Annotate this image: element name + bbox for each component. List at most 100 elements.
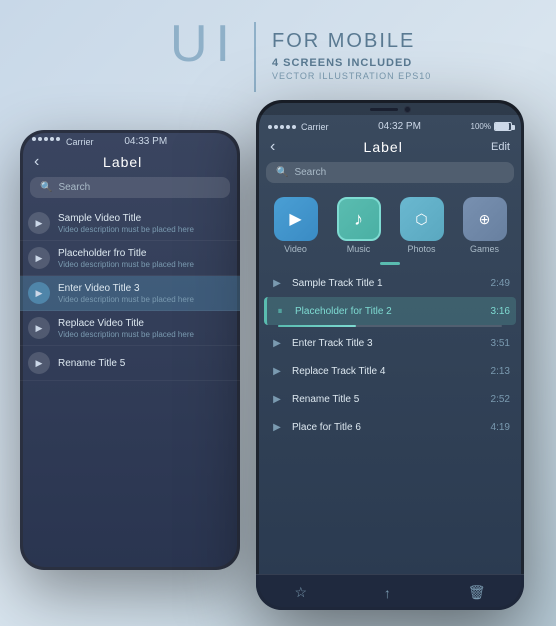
left-back-button[interactable]: ‹ — [34, 153, 39, 171]
pause-btn-2[interactable]: ⏸ — [273, 304, 287, 318]
left-nav-bar: ‹ Label — [20, 151, 240, 177]
left-track-info-3: Enter Video Title 3 Video description mu… — [58, 283, 232, 304]
track-item-5[interactable]: ▶ Rename Title 5 2:52 — [264, 385, 516, 413]
cat-photos-label: Photos — [407, 244, 435, 254]
left-track-info-2: Placeholder fro Title Video description … — [58, 248, 232, 269]
ui-logo: UI — [170, 18, 238, 70]
left-track-info-1: Sample Video Title Video description mus… — [58, 213, 232, 234]
track-title-5: Rename Title 5 — [292, 394, 483, 405]
track-title-4: Replace Track Title 4 — [292, 366, 483, 377]
left-play-btn-2[interactable]: ▶ — [28, 247, 50, 269]
track-info-2: Placeholder for Title 2 — [295, 306, 483, 317]
left-phone-screen: Carrier 04:33 PM ‹ Label 🔍 Search ▶ — [20, 130, 240, 570]
left-track-info-4: Replace Video Title Video description mu… — [58, 318, 232, 339]
photos-icon-box[interactable]: ⬡ — [400, 197, 444, 241]
left-play-btn-3[interactable]: ▶ — [28, 282, 50, 304]
photos-icon: ⬡ — [415, 211, 427, 228]
track-duration-2: 3:16 — [491, 306, 510, 317]
track-title-1: Sample Track Title 1 — [292, 278, 483, 289]
left-track-title-4: Replace Video Title — [58, 318, 232, 329]
cat-indicator — [256, 262, 524, 265]
video-icon-box[interactable]: ▶ — [274, 197, 318, 241]
right-battery-pct: 100% — [471, 122, 491, 131]
left-track-title-5: Rename Title 5 — [58, 358, 232, 369]
right-track-list: ▶ Sample Track Title 1 2:49 ⏸ Placeholde… — [256, 269, 524, 441]
track-info-1: Sample Track Title 1 — [292, 278, 483, 289]
left-track-item[interactable]: ▶ Replace Video Title Video description … — [20, 311, 240, 346]
right-back-button[interactable]: ‹ — [270, 138, 275, 156]
track-item-2-active[interactable]: ⏸ Placeholder for Title 2 3:16 — [264, 297, 516, 325]
games-icon: ⊕ — [479, 211, 491, 228]
left-track-desc-2: Video description must be placed here — [58, 260, 232, 269]
share-icon[interactable]: ↑ — [384, 585, 391, 601]
right-bottom-bar: ☆ ↑ 🗑 — [256, 574, 524, 610]
right-search-bar[interactable]: 🔍 Search — [266, 162, 514, 183]
left-track-list: ▶ Sample Video Title Video description m… — [20, 206, 240, 381]
screens-included-label: 4 SCREENS INCLUDED — [272, 57, 431, 69]
right-edit-button[interactable]: Edit — [491, 141, 510, 153]
games-icon-box[interactable]: ⊕ — [463, 197, 507, 241]
categories-row: ▶ Video ♪ Music ⬡ Photos — [256, 191, 524, 262]
header-area: UI FOR MOBILE 4 SCREENS INCLUDED VECTOR … — [170, 18, 431, 92]
video-icon: ▶ — [289, 209, 301, 229]
left-track-info-5: Rename Title 5 — [58, 358, 232, 369]
left-search-placeholder: Search — [58, 182, 90, 193]
left-track-item[interactable]: ▶ Sample Video Title Video description m… — [20, 206, 240, 241]
left-track-title-3: Enter Video Title 3 — [58, 283, 232, 294]
track-info-6: Place for Title 6 — [292, 422, 483, 433]
play-btn-6[interactable]: ▶ — [270, 420, 284, 434]
cat-photos[interactable]: ⬡ Photos — [400, 197, 444, 254]
right-phone-screen: Carrier 04:32 PM 100% ‹ Label Edit 🔍 Sea… — [256, 100, 524, 610]
left-track-item-active[interactable]: ▶ Enter Video Title 3 Video description … — [20, 276, 240, 311]
track-info-4: Replace Track Title 4 — [292, 366, 483, 377]
right-carrier: Carrier — [301, 122, 329, 132]
left-status-bar: Carrier 04:33 PM — [20, 130, 240, 151]
right-battery-area: 100% — [471, 122, 512, 131]
track-duration-5: 2:52 — [491, 394, 510, 405]
play-btn-4[interactable]: ▶ — [270, 364, 284, 378]
play-btn-5[interactable]: ▶ — [270, 392, 284, 406]
left-track-item[interactable]: ▶ Placeholder fro Title Video descriptio… — [20, 241, 240, 276]
speaker-grill — [370, 108, 398, 111]
cat-video[interactable]: ▶ Video — [274, 197, 318, 254]
left-track-desc-3: Video description must be placed here — [58, 295, 232, 304]
delete-icon[interactable]: 🗑 — [468, 584, 486, 601]
track-item-4[interactable]: ▶ Replace Track Title 4 2:13 — [264, 357, 516, 385]
left-track-desc-1: Video description must be placed here — [58, 225, 232, 234]
track-duration-4: 2:13 — [491, 366, 510, 377]
left-play-btn-1[interactable]: ▶ — [28, 212, 50, 234]
music-icon: ♪ — [354, 209, 363, 230]
phone-left: Carrier 04:33 PM ‹ Label 🔍 Search ▶ — [20, 130, 240, 570]
left-carrier: Carrier — [66, 137, 94, 147]
left-signal-dots: Carrier — [32, 137, 94, 147]
cat-music[interactable]: ♪ Music — [337, 197, 381, 254]
track-info-3: Enter Track Title 3 — [292, 338, 483, 349]
header-divider — [254, 22, 256, 92]
header-text-block: FOR MOBILE 4 SCREENS INCLUDED VECTOR ILL… — [272, 18, 431, 81]
track-item-6[interactable]: ▶ Place for Title 6 4:19 — [264, 413, 516, 441]
left-track-desc-4: Video description must be placed here — [58, 330, 232, 339]
right-search-icon: 🔍 — [276, 167, 288, 178]
left-play-btn-4[interactable]: ▶ — [28, 317, 50, 339]
play-btn-1[interactable]: ▶ — [270, 276, 284, 290]
left-track-item[interactable]: ▶ Rename Title 5 — [20, 346, 240, 381]
track-title-3: Enter Track Title 3 — [292, 338, 483, 349]
track-item-3[interactable]: ▶ Enter Track Title 3 3:51 — [264, 329, 516, 357]
music-icon-box[interactable]: ♪ — [337, 197, 381, 241]
favorite-icon[interactable]: ☆ — [294, 584, 307, 601]
cat-games[interactable]: ⊕ Games — [463, 197, 507, 254]
left-search-bar[interactable]: 🔍 Search — [30, 177, 230, 198]
camera-lens — [404, 106, 411, 113]
track-item-1[interactable]: ▶ Sample Track Title 1 2:49 — [264, 269, 516, 297]
track-info-5: Rename Title 5 — [292, 394, 483, 405]
track-duration-6: 4:19 — [491, 422, 510, 433]
phone-right: Carrier 04:32 PM 100% ‹ Label Edit 🔍 Sea… — [256, 100, 524, 610]
right-battery-icon — [494, 122, 512, 131]
left-play-btn-5[interactable]: ▶ — [28, 352, 50, 374]
progress-fill — [278, 325, 356, 327]
right-nav-bar: ‹ Label Edit — [256, 136, 524, 162]
track-duration-1: 2:49 — [491, 278, 510, 289]
play-btn-3[interactable]: ▶ — [270, 336, 284, 350]
right-signal: Carrier — [268, 122, 329, 132]
cat-music-label: Music — [347, 244, 371, 254]
